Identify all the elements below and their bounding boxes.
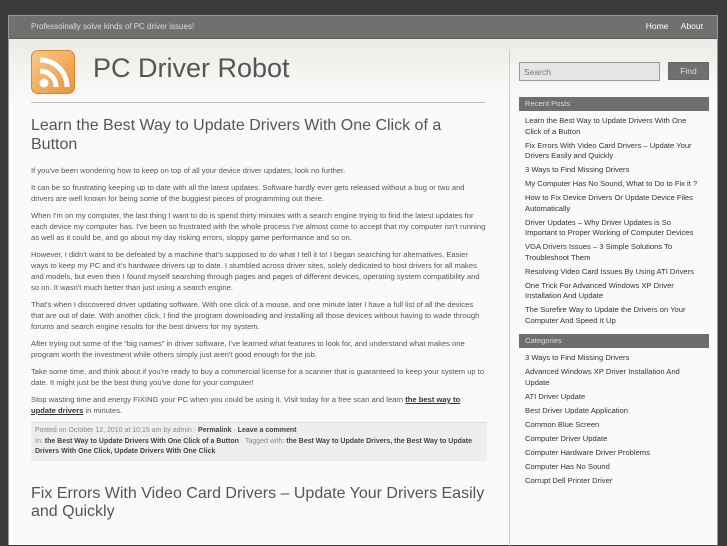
tagline: Professoinally solve kinds of PC driver … (31, 22, 195, 31)
search-form: Find (519, 62, 709, 81)
category-link[interactable]: ATI Driver Update (525, 392, 703, 403)
category-link[interactable]: Corrupt Dell Printer Driver (525, 476, 703, 487)
divider (31, 102, 486, 103)
leave-comment-link[interactable]: Leave a comment (238, 427, 297, 434)
post-paragraph: Stop wasting time and energy FIXING your… (31, 394, 487, 416)
post-paragraph: That's when I discovered driver updating… (31, 300, 480, 331)
top-bar: Professoinally solve kinds of PC driver … (9, 16, 717, 39)
sidebar: Find Recent Posts Learn the Best Way to … (519, 62, 709, 490)
rss-logo-icon[interactable] (31, 50, 75, 94)
page-container: Professoinally solve kinds of PC driver … (8, 15, 718, 546)
post-paragraph: However, I didn't want to be defeated by… (31, 250, 480, 292)
post-paragraph: If you've been wondering how to keep on … (31, 166, 346, 175)
categories-list: 3 Ways to Find Missing Drivers Advanced W… (519, 348, 709, 486)
category-link[interactable]: 3 Ways to Find Missing Drivers (525, 353, 703, 364)
post-paragraph: After trying out some of the “big names”… (31, 339, 465, 359)
category-link[interactable]: the Best Way to Update Drivers With One … (45, 438, 239, 445)
recent-post-link[interactable]: Resolving Video Card Issues By Using ATI… (525, 267, 703, 278)
category-link[interactable]: Common Blue Screen (525, 420, 703, 431)
recent-post-link[interactable]: 3 Ways to Find Missing Drivers (525, 165, 703, 176)
recent-post-link[interactable]: Fix Errors With Video Card Drivers – Upd… (525, 141, 703, 162)
category-link[interactable]: Best Driver Update Application (525, 406, 703, 417)
category-link[interactable]: Computer Has No Sound (525, 462, 703, 473)
recent-post-link[interactable]: The Surefire Way to Update the Drivers o… (525, 305, 703, 326)
recent-post-link[interactable]: How to Fix Device Drivers Or Update Devi… (525, 193, 703, 214)
post: Fix Errors With Video Card Drivers – Upd… (31, 485, 487, 521)
post-paragraph: It can be so frustrating keeping up to d… (31, 183, 465, 203)
tagged-label: · Tagged with: (238, 437, 287, 445)
column-divider (509, 50, 510, 546)
top-nav: Home About (636, 21, 703, 31)
recent-posts-list: Learn the Best Way to Update Drivers Wit… (519, 111, 709, 326)
post-meta: Posted on October 12, 2010 at 10:15 am b… (31, 422, 487, 461)
find-button[interactable]: Find (668, 62, 709, 80)
post-title[interactable]: Fix Errors With Video Card Drivers – Upd… (31, 485, 487, 521)
recent-post-link[interactable]: One Trick For Advanced Windows XP Driver… (525, 281, 703, 302)
permalink-link[interactable]: Permalink (198, 427, 231, 434)
post: Learn the Best Way to Update Drivers Wit… (31, 116, 487, 461)
category-link[interactable]: Computer Hardware Driver Problems (525, 448, 703, 459)
recent-post-link[interactable]: VGA Drivers Issues – 3 Simple Solutions … (525, 242, 703, 263)
nav-home[interactable]: Home (646, 21, 669, 31)
nav-about[interactable]: About (681, 21, 703, 31)
in-label: In: (35, 437, 45, 445)
text: in minutes. (83, 406, 123, 415)
categories-title: Categories (519, 334, 709, 348)
recent-posts-title: Recent Posts (519, 97, 709, 111)
post-title[interactable]: Learn the Best Way to Update Drivers Wit… (31, 116, 487, 154)
post-paragraph: When I'm on my computer, the last thing … (31, 211, 486, 242)
site-title[interactable]: PC Driver Robot (93, 53, 290, 84)
main-content: Learn the Best Way to Update Drivers Wit… (31, 116, 487, 521)
category-link[interactable]: Computer Driver Update (525, 434, 703, 445)
recent-post-link[interactable]: Driver Updates – Why Driver Updates is S… (525, 218, 703, 239)
search-input[interactable] (519, 62, 660, 81)
text: Stop wasting time and energy FIXING your… (31, 395, 406, 404)
posted-info: Posted on October 12, 2010 at 10:15 am b… (35, 427, 199, 434)
post-paragraph: Take some time, and think about if you'r… (31, 367, 485, 387)
recent-post-link[interactable]: My Computer Has No Sound, What to Do to … (525, 179, 703, 190)
recent-post-link[interactable]: Learn the Best Way to Update Drivers Wit… (525, 116, 703, 137)
category-link[interactable]: Advanced Windows XP Driver Installation … (525, 367, 703, 388)
